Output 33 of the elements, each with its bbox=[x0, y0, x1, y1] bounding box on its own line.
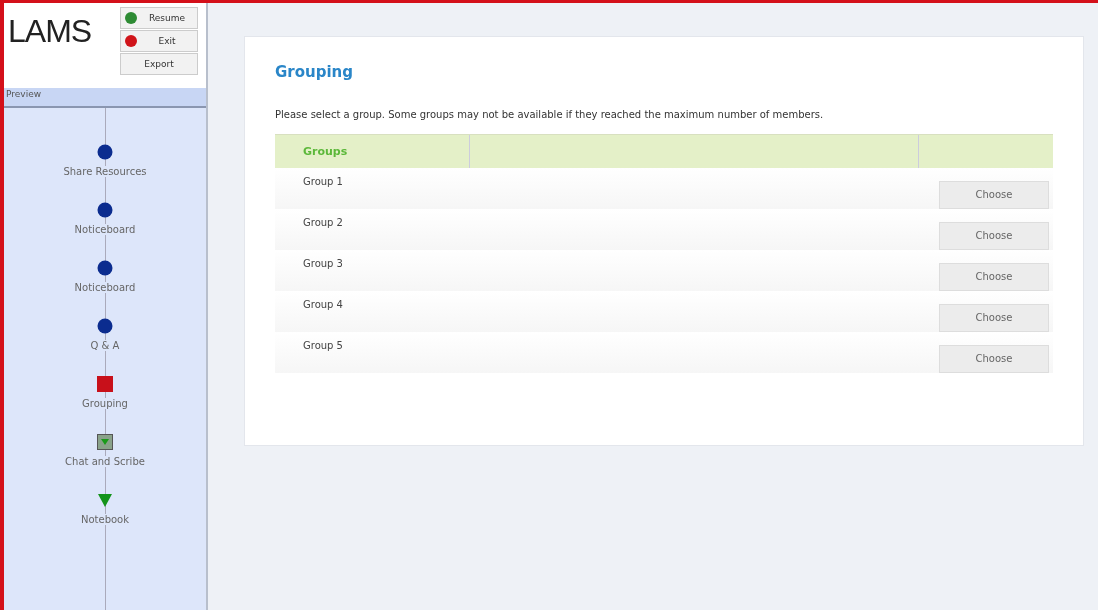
activity-label[interactable]: Noticeboard bbox=[74, 282, 136, 293]
activity-label[interactable]: Noticeboard bbox=[74, 224, 136, 235]
group-name: Group 5 bbox=[303, 340, 343, 351]
circle-icon[interactable] bbox=[97, 260, 113, 276]
circle-icon[interactable] bbox=[97, 202, 113, 218]
group-name: Group 4 bbox=[303, 299, 343, 310]
control-button[interactable]: Export bbox=[120, 53, 198, 75]
circle-icon[interactable] bbox=[97, 144, 113, 160]
control-button[interactable]: Resume bbox=[120, 7, 198, 29]
triangle-box-icon[interactable] bbox=[97, 434, 113, 450]
triangle-icon[interactable] bbox=[97, 492, 113, 508]
page-title: Grouping bbox=[275, 63, 354, 81]
instructions-text: Please select a group. Some groups may not be available if they reached the maximum number of members. bbox=[275, 109, 825, 120]
choose-button[interactable]: Choose bbox=[939, 303, 1049, 332]
circle-icon[interactable] bbox=[97, 318, 113, 334]
choose-button[interactable]: Choose bbox=[939, 180, 1049, 209]
group-name: Group 3 bbox=[303, 258, 343, 269]
activity-label[interactable]: Chat and Scribe bbox=[65, 456, 145, 467]
choose-button[interactable]: Choose bbox=[939, 262, 1049, 291]
lams-logo: LAMS bbox=[8, 13, 92, 50]
group-name: Group 1 bbox=[303, 176, 343, 187]
choose-button[interactable]: Choose bbox=[939, 344, 1049, 373]
choose-button[interactable]: Choose bbox=[939, 221, 1049, 250]
activity-label[interactable]: Notebook bbox=[80, 514, 129, 525]
control-button[interactable]: Exit bbox=[120, 30, 198, 52]
column-header: Groups bbox=[303, 145, 348, 158]
preview-bar: Preview bbox=[4, 88, 206, 108]
exit-icon bbox=[125, 35, 137, 47]
activity-label[interactable]: Q & A bbox=[90, 340, 120, 351]
activity-label[interactable]: Share Resources bbox=[63, 166, 147, 177]
group-name: Group 2 bbox=[303, 217, 343, 228]
activity-label[interactable]: Grouping bbox=[82, 398, 128, 409]
resume-icon bbox=[125, 12, 137, 24]
